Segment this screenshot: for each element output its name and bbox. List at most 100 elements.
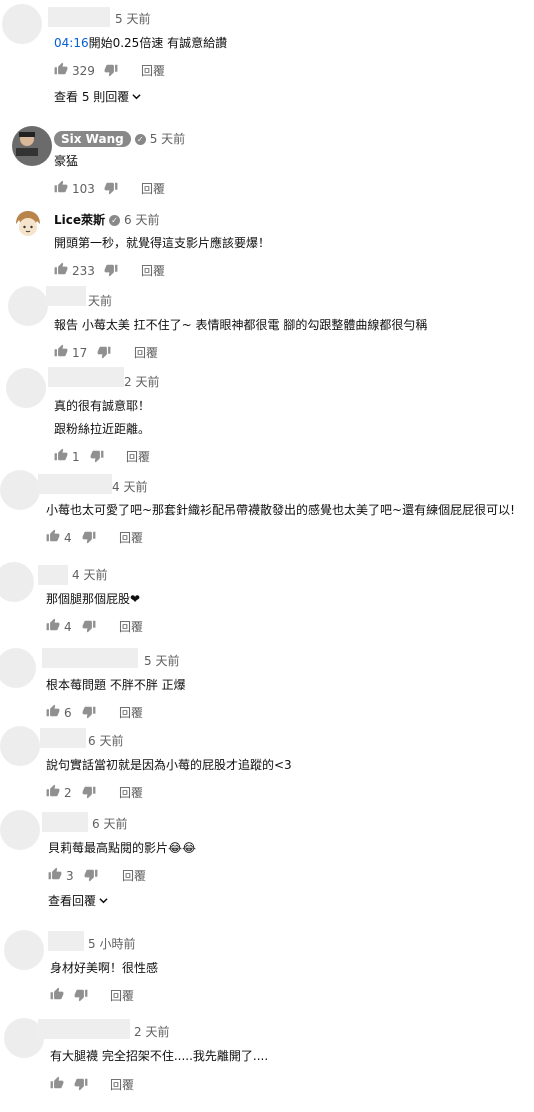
reply-button[interactable]: 回覆 <box>122 867 146 885</box>
thumb-up-icon[interactable] <box>46 784 60 798</box>
thumb-down-icon[interactable] <box>82 530 96 544</box>
like-count: 233 <box>72 264 95 278</box>
reply-button[interactable]: 回覆 <box>119 618 143 636</box>
reply-button[interactable]: 回覆 <box>141 62 165 80</box>
thumb-up-icon[interactable] <box>54 344 68 358</box>
avatar[interactable] <box>0 810 40 850</box>
comment-time[interactable]: 6 天前 <box>92 815 127 832</box>
like-count: 4 <box>64 620 72 634</box>
view-replies-button[interactable]: 查看 5 則回覆 <box>54 88 141 105</box>
chevron-down-icon <box>132 90 141 104</box>
thumb-up-icon[interactable] <box>46 704 60 718</box>
thumb-up-icon[interactable] <box>54 62 68 76</box>
author-name-redacted[interactable] <box>38 474 112 494</box>
thumb-down-icon[interactable] <box>104 181 118 195</box>
comment-text: 身材好美啊！很性感 <box>50 961 159 975</box>
author-name-redacted[interactable] <box>46 286 86 306</box>
reply-button[interactable]: 回覆 <box>141 180 165 198</box>
thumb-down-icon[interactable] <box>82 705 96 719</box>
reply-button[interactable]: 回覆 <box>119 704 143 722</box>
author-name-redacted[interactable] <box>42 648 138 668</box>
reply-button[interactable]: 回覆 <box>110 1076 134 1094</box>
view-replies-label: 查看 5 則回覆 <box>54 90 130 104</box>
comment-time[interactable]: 2 天前 <box>134 1023 169 1040</box>
author-name[interactable]: Six Wang <box>54 131 131 147</box>
author-name-redacted[interactable] <box>48 367 124 387</box>
like-count: 329 <box>72 64 95 78</box>
thumb-down-icon[interactable] <box>74 1077 88 1091</box>
thumb-down-icon[interactable] <box>90 449 104 463</box>
comment-time[interactable]: 6 天前 <box>124 213 159 227</box>
avatar[interactable] <box>12 126 52 166</box>
comment-text: 小莓也太可愛了吧~那套針織衫配吊帶襪散發出的感覺也太美了吧~還有練個屁屁很可以! <box>46 503 515 517</box>
avatar[interactable] <box>6 368 46 408</box>
thumb-down-icon[interactable] <box>74 988 88 1002</box>
view-replies-button[interactable]: 查看回覆 <box>48 892 108 909</box>
thumb-up-icon[interactable] <box>54 262 68 276</box>
thumb-up-icon[interactable] <box>46 529 60 543</box>
thumb-down-icon[interactable] <box>104 263 118 277</box>
reply-button[interactable]: 回覆 <box>134 344 158 362</box>
check-icon: ✓ <box>134 134 146 145</box>
comment-text: 開頭第一秒，就覺得這支影片應該要爆！ <box>54 236 271 250</box>
reply-button[interactable]: 回覆 <box>110 987 134 1005</box>
timestamp-link[interactable]: 04:16 <box>54 36 89 50</box>
comment-body: 貝莉莓最高點閱的影片 <box>48 841 169 855</box>
comment-text: 04:16開始0.25倍速 有誠意給讚 <box>54 33 227 53</box>
comment-time[interactable]: 4 天前 <box>112 478 147 495</box>
comment-time[interactable]: 6 天前 <box>88 732 123 749</box>
like-count: 3 <box>66 869 74 883</box>
like-count: 1 <box>72 450 80 464</box>
author-name[interactable]: Lice萊斯 <box>54 213 105 227</box>
avatar[interactable] <box>0 648 36 688</box>
heart-emoji: ❤ <box>130 592 141 606</box>
author-name-redacted[interactable] <box>42 812 88 832</box>
reply-button[interactable]: 回覆 <box>126 448 150 466</box>
comment-body: 開始0.25倍速 有誠意給讚 <box>88 36 228 50</box>
comment-time[interactable]: 4 天前 <box>72 566 107 583</box>
comment-text: 貝莉莓最高點閱的影片😂😂 <box>48 838 196 858</box>
thumb-up-icon[interactable] <box>50 1076 64 1090</box>
like-count: 17 <box>72 346 88 360</box>
author-name-redacted[interactable] <box>48 7 110 27</box>
thumb-up-icon[interactable] <box>48 867 62 881</box>
avatar[interactable] <box>8 286 48 326</box>
thumb-down-icon[interactable] <box>82 785 96 799</box>
comment-text-line-2: 跟粉絲拉近距離。 <box>54 422 151 436</box>
avatar[interactable] <box>0 470 40 510</box>
author-name-redacted[interactable] <box>40 728 86 748</box>
comment-time[interactable]: 2 天前 <box>124 373 159 390</box>
author-name-redacted[interactable] <box>38 1019 130 1039</box>
comment-meta: Lice萊斯 ✓ 6 天前 <box>54 211 159 228</box>
comment-time[interactable]: 5 天前 <box>115 10 150 27</box>
view-replies-label: 查看回覆 <box>48 894 97 908</box>
thumb-down-icon[interactable] <box>104 63 118 77</box>
avatar[interactable] <box>4 930 44 970</box>
author-name-redacted[interactable] <box>38 565 68 585</box>
thumb-up-icon[interactable] <box>46 618 60 632</box>
reply-button[interactable]: 回覆 <box>119 784 143 802</box>
thumb-down-icon[interactable] <box>84 868 98 882</box>
like-count: 4 <box>64 531 72 545</box>
avatar[interactable] <box>0 562 34 602</box>
like-count: 6 <box>64 706 72 720</box>
thumb-up-icon[interactable] <box>50 987 64 1001</box>
author-name-redacted[interactable] <box>48 931 84 951</box>
avatar[interactable] <box>12 208 52 248</box>
comment-time[interactable]: 5 小時前 <box>88 935 135 952</box>
comment-time[interactable]: 天前 <box>88 292 112 309</box>
thumb-up-icon[interactable] <box>54 448 68 462</box>
like-count: 2 <box>64 786 72 800</box>
avatar[interactable] <box>0 726 40 766</box>
comment-time[interactable]: 5 天前 <box>150 132 185 146</box>
check-icon: ✓ <box>109 215 121 226</box>
comment-text: 說句實話當初就是因為小莓的屁股才追蹤的<3 <box>46 758 292 772</box>
comment-time[interactable]: 5 天前 <box>144 652 179 669</box>
reply-button[interactable]: 回覆 <box>141 262 165 280</box>
reply-button[interactable]: 回覆 <box>119 529 143 547</box>
thumb-down-icon[interactable] <box>82 619 96 633</box>
thumb-down-icon[interactable] <box>97 345 111 359</box>
like-count: 103 <box>72 182 95 196</box>
avatar[interactable] <box>2 4 42 44</box>
thumb-up-icon[interactable] <box>54 180 68 194</box>
